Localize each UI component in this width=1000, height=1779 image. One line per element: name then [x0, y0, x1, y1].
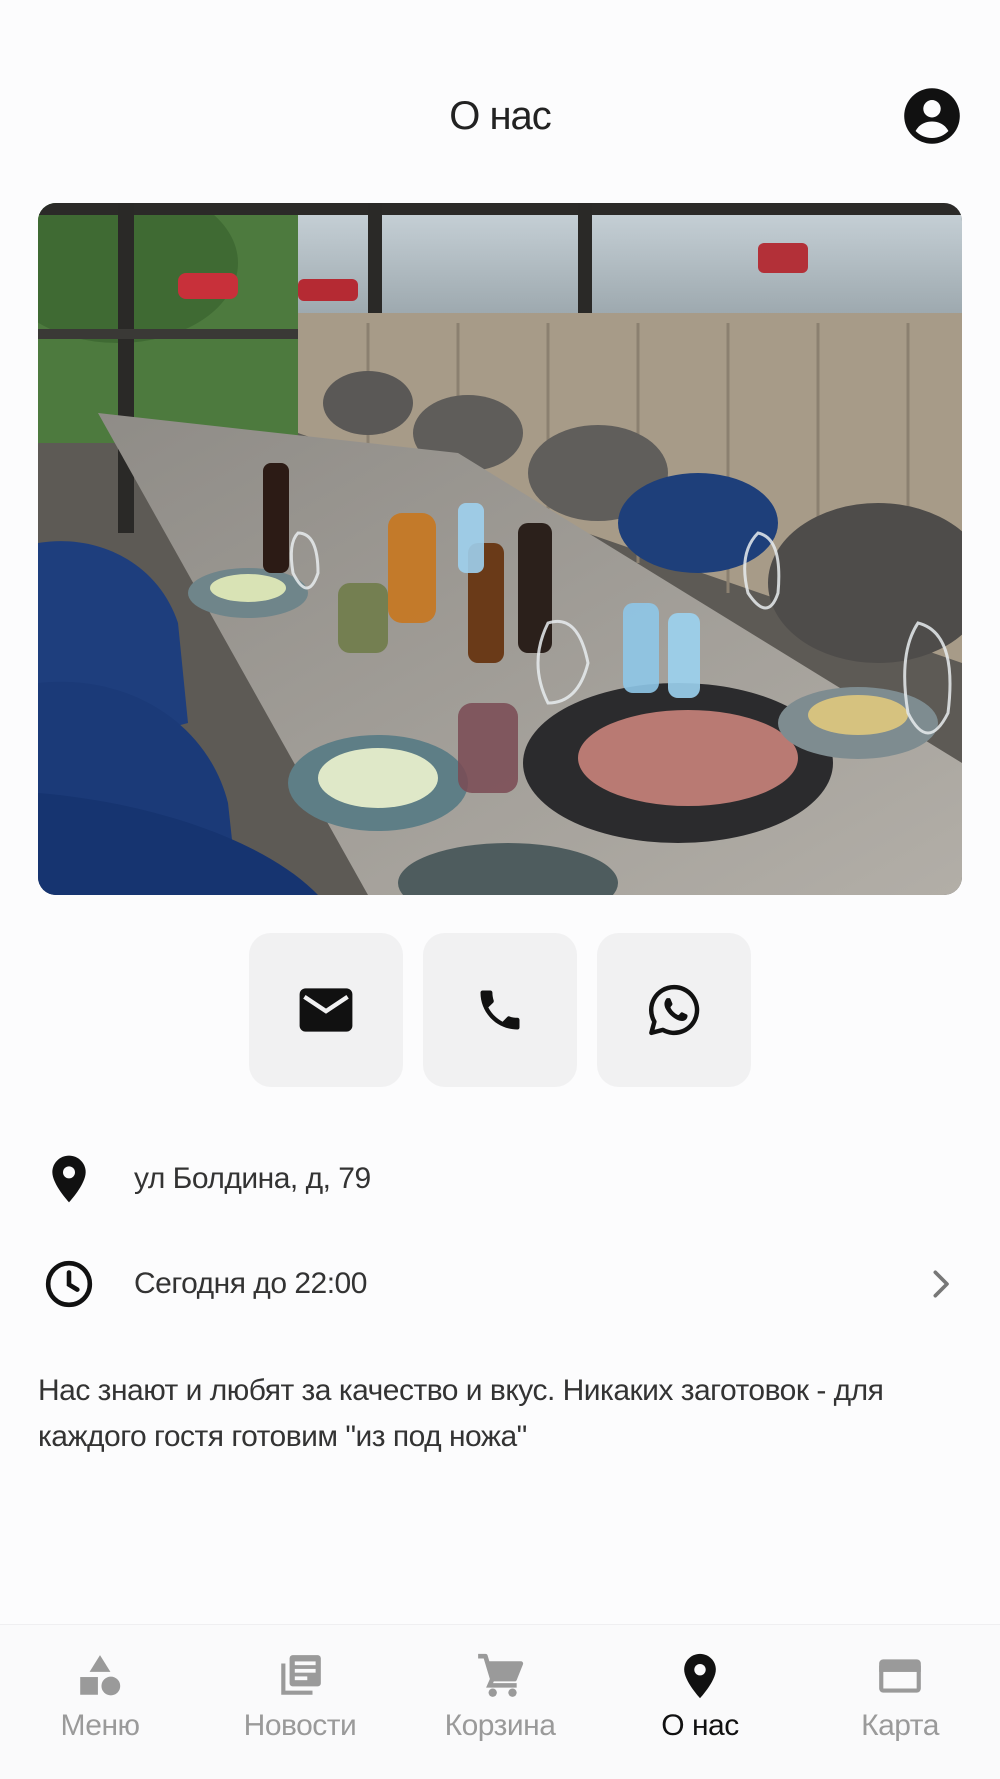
tab-about-label: О нас: [661, 1709, 739, 1742]
chevron-right-icon: [933, 1270, 949, 1298]
tab-news-label: Новости: [243, 1709, 357, 1742]
whatsapp-button[interactable]: [597, 933, 751, 1087]
tab-menu-label: Меню: [60, 1709, 140, 1742]
news-icon: [281, 1655, 321, 1695]
tab-cart-label: Корзина: [444, 1709, 556, 1742]
email-button[interactable]: [249, 933, 403, 1087]
tab-cart[interactable]: Корзина: [400, 1625, 600, 1779]
address-text: ул Болдина, д, 79: [134, 1162, 371, 1195]
restaurant-photo: [38, 203, 962, 895]
mail-icon: [299, 988, 353, 1032]
credit-card-icon: [879, 1659, 921, 1693]
clock-icon: [45, 1260, 93, 1308]
tab-news[interactable]: Новости: [200, 1625, 400, 1779]
shapes-icon: [80, 1655, 121, 1696]
location-pin-icon: [52, 1155, 86, 1203]
account-circle-icon: [904, 88, 960, 144]
contact-actions: [0, 933, 1000, 1087]
tab-card-label: Карта: [861, 1709, 939, 1742]
bottom-tab-bar: Меню Новости Корзина О нас Карта: [0, 1624, 1000, 1779]
page-title: О нас: [449, 94, 552, 138]
location-pin-icon: [684, 1653, 716, 1699]
hours-row[interactable]: Сегодня до 22:00: [38, 1248, 962, 1320]
tab-card[interactable]: Карта: [800, 1625, 1000, 1779]
cart-icon: [478, 1653, 524, 1697]
address-row[interactable]: ул Болдина, д, 79: [38, 1143, 962, 1215]
hours-text: Сегодня до 22:00: [134, 1267, 367, 1300]
phone-icon: [480, 990, 520, 1030]
tab-about[interactable]: О нас: [600, 1625, 800, 1779]
profile-button[interactable]: [902, 86, 962, 146]
tab-menu[interactable]: Меню: [0, 1625, 200, 1779]
about-description: Нас знают и любят за качество и вкус. Ни…: [38, 1374, 884, 1453]
phone-button[interactable]: [423, 933, 577, 1087]
header: О нас: [0, 0, 1000, 200]
whatsapp-icon: [649, 984, 700, 1036]
